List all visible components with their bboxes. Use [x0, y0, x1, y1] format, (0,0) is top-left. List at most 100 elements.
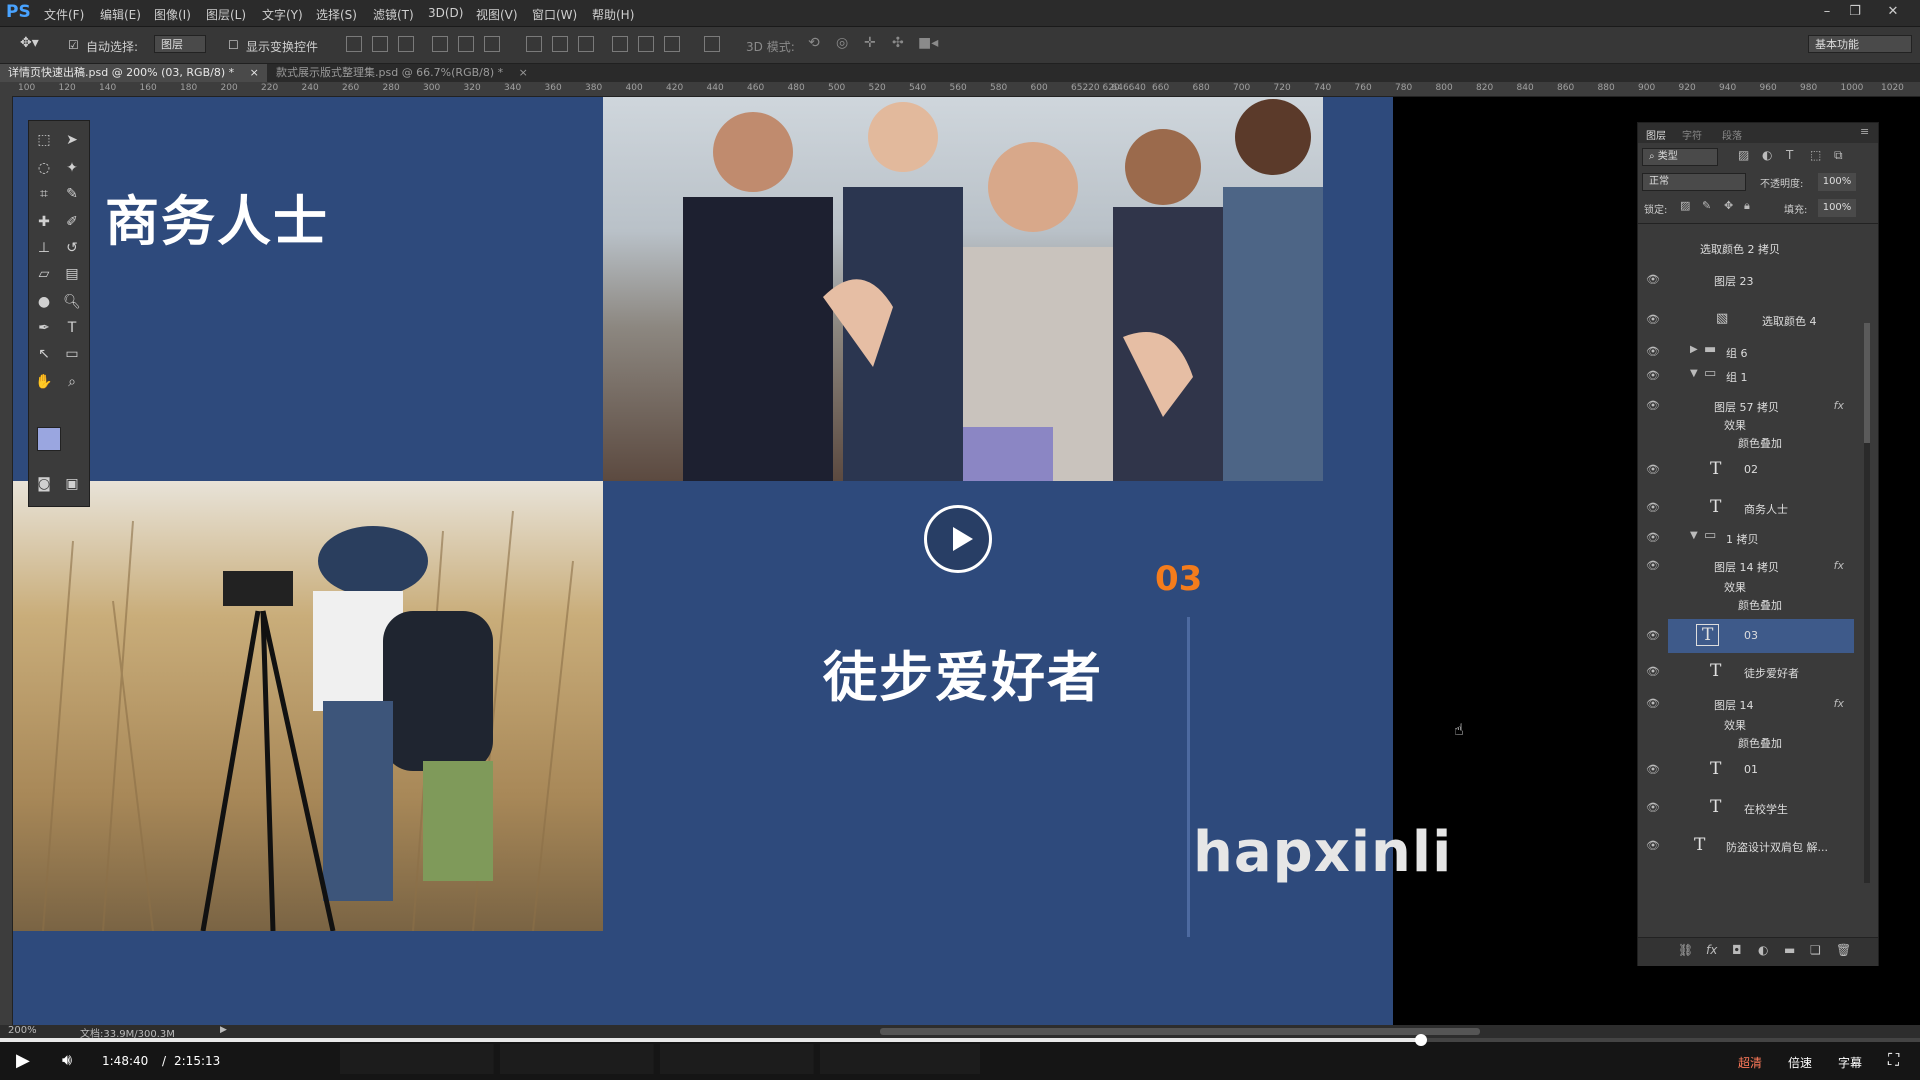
visibility-eye-icon[interactable]: 👁︎: [1646, 399, 1660, 413]
roll-3d-icon[interactable]: ◎: [836, 35, 848, 51]
layers-scrollbar-thumb[interactable]: [1864, 323, 1870, 443]
effect-row[interactable]: 效果: [1638, 415, 1856, 433]
lock-transparent-icon[interactable]: ▨: [1680, 199, 1690, 212]
brush-tool-icon[interactable]: ✐: [61, 211, 83, 233]
show-transform-checkbox[interactable]: ☐: [228, 38, 239, 52]
layer-effects-icon[interactable]: fx: [1834, 399, 1844, 412]
crop-tool-icon[interactable]: ⌗: [33, 183, 55, 205]
layer-row-selected[interactable]: 👁︎ T 03: [1638, 619, 1856, 653]
subtitles-button[interactable]: 字幕: [1838, 1054, 1862, 1071]
business-title[interactable]: 商务人士: [105, 177, 329, 256]
volume-icon[interactable]: 🔊︎: [62, 1050, 72, 1070]
move-tool-icon[interactable]: ➤: [61, 129, 83, 151]
close-icon[interactable]: ✕: [1884, 3, 1902, 21]
rotate-3d-icon[interactable]: ⟲: [808, 35, 820, 51]
visibility-eye-icon[interactable]: 👁︎: [1646, 531, 1660, 545]
drag-3d-icon[interactable]: ✛: [864, 35, 876, 51]
speed-button[interactable]: 倍速: [1788, 1054, 1812, 1071]
new-layer-icon[interactable]: ❏: [1810, 943, 1821, 957]
align-vcenter-icon[interactable]: [458, 36, 474, 52]
history-brush-icon[interactable]: ↺: [61, 237, 83, 259]
distribute-right-icon[interactable]: [664, 36, 680, 52]
tab-paragraph[interactable]: 段落: [1722, 127, 1742, 142]
workspace-dropdown[interactable]: 基本功能: [1808, 35, 1912, 53]
lock-position-icon[interactable]: ✥: [1724, 199, 1733, 212]
foreground-color-swatch[interactable]: [37, 427, 61, 451]
pen-tool-icon[interactable]: ✒: [33, 317, 55, 339]
filter-smart-object-icon[interactable]: ⧉: [1834, 148, 1843, 163]
visibility-eye-icon[interactable]: 👁︎: [1646, 763, 1660, 777]
align-right-icon[interactable]: [398, 36, 414, 52]
add-style-icon[interactable]: fx: [1706, 943, 1717, 957]
layer-row[interactable]: 👁︎ ▧ 选取颜色 4: [1638, 305, 1856, 335]
visibility-eye-icon[interactable]: 👁︎: [1646, 369, 1660, 383]
marquee-tool-icon[interactable]: ⬚: [33, 129, 55, 151]
tab-close-icon[interactable]: ×: [519, 66, 528, 79]
zoom-tool-icon[interactable]: ⌕: [61, 371, 83, 393]
visibility-eye-icon[interactable]: 👁︎: [1646, 273, 1660, 287]
layer-row[interactable]: 👁︎ T 徒步爱好者: [1638, 657, 1856, 687]
effect-row[interactable]: 效果: [1638, 715, 1856, 733]
link-layers-icon[interactable]: ⛓: [1678, 943, 1693, 957]
type-tool-icon[interactable]: T: [61, 317, 83, 339]
restore-icon[interactable]: ❐: [1846, 3, 1864, 21]
visibility-eye-icon[interactable]: 👁︎: [1646, 501, 1660, 515]
visibility-eye-icon[interactable]: 👁︎: [1646, 801, 1660, 815]
scale-3d-icon[interactable]: ■◂: [918, 35, 938, 51]
blur-tool-icon[interactable]: ●: [33, 291, 55, 313]
lock-pixels-icon[interactable]: ✎: [1702, 199, 1711, 212]
menu-type[interactable]: 文字(Y): [262, 6, 303, 23]
quality-button[interactable]: 超清: [1738, 1054, 1762, 1071]
zoom-level[interactable]: 200%: [8, 1025, 37, 1036]
visibility-eye-icon[interactable]: 👁︎: [1646, 313, 1660, 327]
tab-active-document[interactable]: 详情页快速出稿.psd @ 200% (03, RGB/8) * ×: [0, 64, 267, 82]
delete-layer-icon[interactable]: 🗑︎: [1836, 943, 1851, 957]
distribute-top-icon[interactable]: [526, 36, 542, 52]
visibility-eye-icon[interactable]: 👁︎: [1646, 697, 1660, 711]
menu-filter[interactable]: 滤镜(T): [373, 6, 414, 23]
distribute-left-icon[interactable]: [612, 36, 628, 52]
menu-edit[interactable]: 编辑(E): [100, 6, 141, 23]
panel-menu-icon[interactable]: ≡: [1860, 125, 1869, 138]
collapse-arrow-icon[interactable]: ▶: [1690, 344, 1698, 355]
expand-arrow-icon[interactable]: ▼: [1690, 530, 1698, 541]
align-bottom-icon[interactable]: [484, 36, 500, 52]
auto-select-checkbox[interactable]: ☑: [68, 38, 79, 52]
minimize-icon[interactable]: –: [1818, 3, 1836, 21]
distribute-hcenter-icon[interactable]: [638, 36, 654, 52]
filter-type-icon[interactable]: T: [1786, 148, 1793, 162]
video-play-button[interactable]: [924, 505, 992, 573]
dodge-tool-icon[interactable]: 🔍︎: [61, 291, 83, 313]
magic-wand-icon[interactable]: ✦: [61, 157, 83, 179]
new-adjustment-icon[interactable]: ◐: [1758, 943, 1768, 957]
filter-shape-icon[interactable]: ⬚: [1810, 148, 1821, 162]
lasso-tool-icon[interactable]: ◌: [33, 157, 55, 179]
hand-tool-icon[interactable]: ✋: [33, 371, 55, 393]
menu-layer[interactable]: 图层(L): [206, 6, 246, 23]
visibility-eye-icon[interactable]: 👁︎: [1646, 839, 1660, 853]
layer-effects-icon[interactable]: fx: [1834, 559, 1844, 572]
tab-inactive-document[interactable]: 款式展示版式整理集.psd @ 66.7%(RGB/8) * ×: [268, 64, 536, 82]
auto-select-dropdown[interactable]: 图层: [154, 35, 206, 53]
stamp-tool-icon[interactable]: ⊥: [33, 237, 55, 259]
layer-filter-dropdown[interactable]: ⌕ 类型: [1642, 148, 1718, 166]
align-hcenter-icon[interactable]: [372, 36, 388, 52]
eraser-tool-icon[interactable]: ▱: [33, 263, 55, 285]
eyedropper-icon[interactable]: ✎: [61, 183, 83, 205]
effect-row[interactable]: 效果: [1638, 577, 1856, 595]
screen-mode-icon[interactable]: ▣: [61, 473, 83, 495]
document-canvas[interactable]: 商务人士 03 徒步爱好者: [13, 97, 1393, 1025]
menu-view[interactable]: 视图(V): [476, 6, 518, 23]
shape-tool-icon[interactable]: ▭: [61, 343, 83, 365]
new-group-icon[interactable]: ▬: [1784, 943, 1795, 957]
distribute-bottom-icon[interactable]: [578, 36, 594, 52]
progress-track[interactable]: [0, 1034, 1920, 1046]
layer-row[interactable]: 👁︎ T 防盗设计双肩包 解...: [1638, 831, 1856, 861]
gradient-tool-icon[interactable]: ▤: [61, 263, 83, 285]
slide-3d-icon[interactable]: ✣: [892, 35, 904, 51]
status-menu-arrow-icon[interactable]: ▶: [220, 1025, 227, 1035]
visibility-eye-icon[interactable]: 👁︎: [1646, 629, 1660, 643]
section-number[interactable]: 03: [1155, 559, 1202, 599]
layer-row[interactable]: 👁︎ T 01: [1638, 755, 1856, 785]
layer-row[interactable]: 👁︎ T 在校学生: [1638, 793, 1856, 823]
